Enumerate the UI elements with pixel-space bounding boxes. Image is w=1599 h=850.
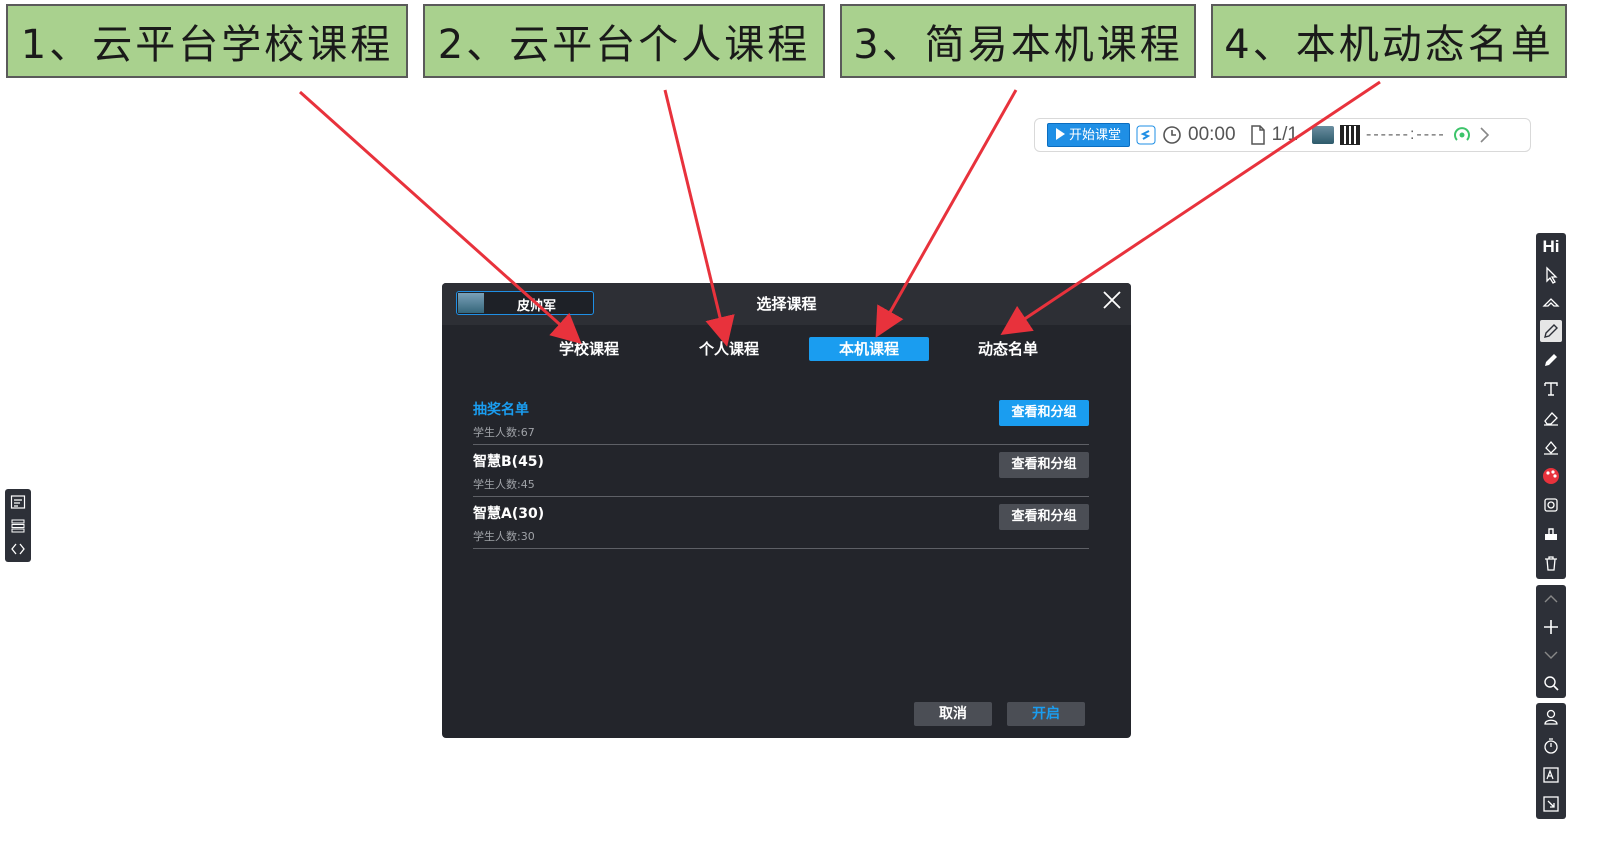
left-mini-toolbar	[5, 489, 31, 562]
text-box-icon[interactable]	[1540, 764, 1562, 786]
student-count: 学生人数:67	[473, 426, 535, 439]
list-icon[interactable]	[10, 518, 26, 534]
tab-local-course[interactable]: 本机课程	[809, 337, 929, 361]
code-icon[interactable]	[10, 541, 26, 557]
callout-school-course: 1、云平台学校课程	[6, 4, 408, 78]
tab-dynamic-list[interactable]: 动态名单	[948, 337, 1068, 361]
signal-icon	[1452, 125, 1472, 145]
course-name: 智慧A(30)	[473, 506, 545, 522]
folder-icon[interactable]	[10, 494, 26, 510]
pen-icon[interactable]	[1540, 320, 1562, 342]
cancel-button[interactable]: 取消	[914, 702, 992, 726]
add-page-icon[interactable]	[1540, 616, 1562, 638]
course-row[interactable]: 智慧A(30) 学生人数:30 查看和分组	[473, 497, 1089, 549]
clock-icon	[1162, 125, 1182, 145]
start-class-button[interactable]: 开始课堂	[1047, 123, 1131, 147]
course-name: 抽奖名单	[473, 402, 529, 418]
minimize-icon[interactable]	[1540, 793, 1562, 815]
tab-school-course[interactable]: 学校课程	[529, 337, 649, 361]
cloud-icon[interactable]	[1540, 292, 1562, 314]
timer-display: 00:00	[1188, 124, 1236, 145]
fill-icon[interactable]	[1540, 436, 1562, 458]
course-row[interactable]: 智慧B(45) 学生人数:45 查看和分组	[473, 445, 1089, 497]
color-palette-icon[interactable]	[1540, 465, 1562, 487]
dialog-title: 选择课程	[756, 295, 817, 313]
right-toolbar-tools: Hi	[1536, 233, 1566, 579]
callout-local-course: 3、简易本机课程	[840, 4, 1196, 78]
view-and-group-button[interactable]: 查看和分组	[999, 504, 1089, 530]
class-status-toolbar: 开始课堂 00:00 1/1 ------:----	[1034, 118, 1531, 152]
open-button[interactable]: 开启	[1007, 702, 1085, 726]
qr-code-icon[interactable]	[1339, 125, 1360, 145]
timer-icon[interactable]	[1540, 735, 1562, 757]
tab-personal-course[interactable]: 个人课程	[669, 337, 789, 361]
hi-label: Hi	[1542, 237, 1560, 256]
pointer-icon[interactable]	[1540, 264, 1562, 286]
chevron-right-icon[interactable]	[1478, 126, 1490, 144]
highlighter-icon[interactable]	[1540, 349, 1562, 371]
course-name: 智慧B(45)	[473, 454, 544, 470]
right-toolbar-pages	[1536, 585, 1566, 698]
chevron-down-icon[interactable]	[1540, 644, 1562, 666]
eraser-icon[interactable]	[1540, 407, 1562, 429]
chevron-up-icon[interactable]	[1540, 588, 1562, 610]
trash-icon[interactable]	[1540, 552, 1562, 574]
page-counter: 1/1	[1271, 124, 1298, 145]
student-count: 学生人数:45	[473, 478, 535, 491]
close-icon[interactable]	[1101, 289, 1123, 311]
page-icon	[1250, 125, 1266, 145]
sync-icon[interactable]	[1136, 125, 1156, 145]
right-toolbar-class	[1536, 703, 1566, 819]
play-icon	[1056, 128, 1065, 140]
view-and-group-button[interactable]: 查看和分组	[999, 400, 1089, 426]
view-and-group-button[interactable]: 查看和分组	[999, 452, 1089, 478]
callout-dynamic-list: 4、本机动态名单	[1211, 4, 1567, 78]
callout-personal-course: 2、云平台个人课程	[423, 4, 825, 78]
stamp-icon[interactable]	[1540, 523, 1562, 545]
course-row[interactable]: 抽奖名单 学生人数:67 查看和分组	[473, 393, 1089, 445]
camera-icon[interactable]	[1540, 494, 1562, 516]
select-course-dialog: 皮帅军 选择课程 学校课程 个人课程 本机课程 动态名单 抽奖名单 学生人数:6…	[442, 283, 1131, 738]
hi-logo[interactable]: Hi	[1540, 236, 1562, 258]
zoom-icon[interactable]	[1540, 672, 1562, 694]
text-icon[interactable]	[1540, 378, 1562, 400]
start-class-label: 开始课堂	[1069, 127, 1122, 142]
dialog-header: 皮帅军 选择课程	[442, 283, 1131, 325]
screen-thumbnail[interactable]	[1311, 126, 1334, 144]
student-count: 学生人数:30	[473, 530, 535, 543]
user-icon[interactable]	[1540, 706, 1562, 728]
connection-code: ------:----	[1365, 126, 1446, 143]
